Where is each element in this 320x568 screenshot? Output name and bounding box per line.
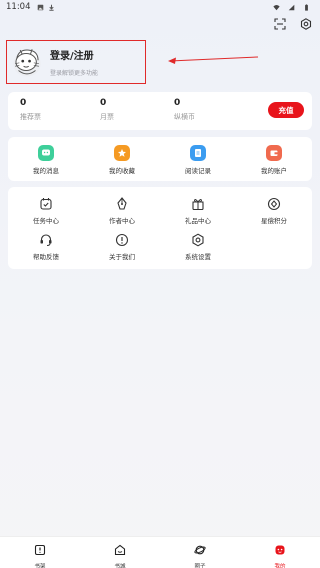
me-icon [275, 545, 285, 555]
reading-record-icon [190, 145, 206, 161]
avatar [13, 49, 41, 77]
settings-gear-icon[interactable] [300, 18, 312, 30]
tool-task-center[interactable]: 任务中心 [16, 197, 76, 225]
login-hint: 登录解锁更多功能 [50, 70, 99, 77]
tab-circle[interactable]: 圈子 [180, 541, 220, 568]
tool-author-center[interactable]: 作者中心 [92, 197, 152, 225]
stat-coins[interactable]: 0 纵横币 [174, 98, 195, 122]
pen-icon [117, 197, 127, 210]
points-icon [267, 197, 281, 211]
quick-item-messages[interactable]: 我的消息 [16, 145, 76, 175]
bookshelf-icon [34, 544, 46, 556]
tool-gift-center[interactable]: 礼品中心 [168, 197, 228, 225]
tool-about-us[interactable]: 关于我们 [92, 233, 152, 261]
tool-system-settings[interactable]: 系统设置 [168, 233, 228, 261]
message-icon [38, 145, 54, 161]
tab-bookstore[interactable]: 书城 [100, 541, 140, 568]
battery-icon [305, 3, 308, 11]
star-icon [114, 145, 130, 161]
stat-monthly-tickets[interactable]: 0 月票 [100, 98, 114, 122]
quick-item-account[interactable]: 我的账户 [244, 145, 304, 175]
tab-me[interactable]: 我的 [260, 541, 300, 568]
signal-icon [288, 4, 295, 10]
stats-card: 0 推荐票 0 月票 0 纵横币 充值 [8, 92, 312, 130]
tool-star-points[interactable]: 星偿积分 [244, 197, 304, 225]
quick-item-reading-history[interactable]: 阅读记录 [168, 145, 228, 175]
planet-icon [194, 545, 206, 555]
scan-icon[interactable] [274, 18, 286, 30]
status-bar: 11:04 [0, 0, 320, 14]
info-icon [115, 233, 129, 247]
annotation-arrow [168, 56, 259, 64]
tab-bookshelf[interactable]: 书架 [20, 541, 60, 568]
bottom-tab-bar: 书架 书城 圈子 我的 [0, 536, 320, 568]
top-actions [274, 18, 312, 30]
tools-card: 任务中心 作者中心 礼品中心 星偿积分 帮助反馈 关于我们 系统设置 [8, 187, 312, 269]
wallet-icon [266, 145, 282, 161]
quick-access-card: 我的消息 我的收藏 阅读记录 我的账户 [8, 137, 312, 181]
tool-help-feedback[interactable]: 帮助反馈 [16, 233, 76, 261]
recharge-button[interactable]: 充值 [268, 102, 304, 118]
settings-icon [192, 233, 204, 247]
login-register-entry[interactable]: 登录/注册 登录解锁更多功能 [6, 40, 146, 84]
login-register-label: 登录/注册 [50, 51, 94, 62]
headset-icon [40, 234, 52, 246]
gift-icon [192, 199, 204, 211]
wifi-icon [273, 4, 280, 10]
bookstore-icon [114, 544, 126, 556]
gallery-icon [37, 4, 43, 10]
status-time: 11:04 [6, 2, 31, 12]
quick-item-favorites[interactable]: 我的收藏 [92, 145, 152, 175]
download-icon [48, 4, 54, 11]
task-icon [40, 198, 52, 210]
stat-recommend-tickets[interactable]: 0 推荐票 [20, 98, 41, 122]
